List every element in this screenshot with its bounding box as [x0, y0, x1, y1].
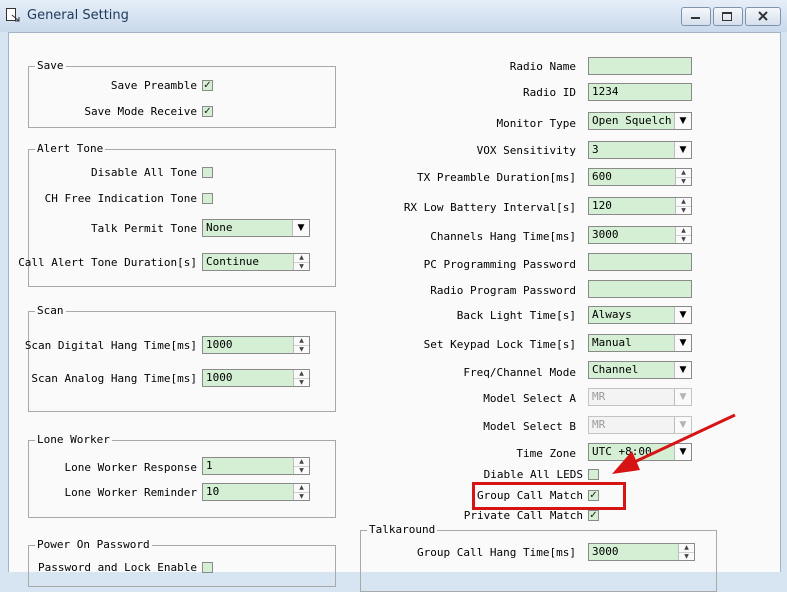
- password-lock-enable-checkbox[interactable]: [202, 562, 213, 573]
- power-on-password-group-title: Power On Password: [35, 538, 152, 552]
- spinner-arrows-icon[interactable]: ▲ ▼: [293, 484, 309, 500]
- scan-digital-hang-label: Scan Digital Hang Time[ms]: [24, 339, 197, 352]
- minimize-button[interactable]: [681, 7, 711, 26]
- close-icon: [758, 11, 768, 21]
- spinner-arrows-icon[interactable]: ▲ ▼: [678, 544, 694, 560]
- time-zone-label: Time Zone: [516, 447, 576, 460]
- disable-all-leds-label: Diable All LEDS: [483, 468, 583, 481]
- password-lock-enable-label: Password and Lock Enable: [38, 561, 197, 574]
- chevron-down-icon[interactable]: ▼: [674, 307, 691, 323]
- rx-low-battery-spinbox[interactable]: 120 ▲ ▼: [588, 197, 692, 215]
- tx-preamble-spinbox[interactable]: 600 ▲ ▼: [588, 168, 692, 186]
- scan-digital-hang-spinbox[interactable]: 1000 ▲ ▼: [202, 336, 310, 354]
- lone-worker-response-spinbox[interactable]: 1 ▲ ▼: [202, 457, 310, 475]
- maximize-button[interactable]: [713, 7, 743, 26]
- maximize-icon: [722, 12, 732, 21]
- model-select-a-select: MR ▼: [588, 388, 692, 406]
- spinner-arrows-icon[interactable]: ▲ ▼: [293, 254, 309, 270]
- tx-preamble-label: TX Preamble Duration[ms]: [417, 171, 576, 184]
- pc-programming-password-input[interactable]: [588, 253, 692, 271]
- lone-worker-response-label: Lone Worker Response: [64, 461, 197, 474]
- model-select-b-label: Model Select B: [483, 420, 576, 433]
- lone-worker-group-title: Lone Worker: [35, 433, 112, 447]
- channels-hang-label: Channels Hang Time[ms]: [430, 230, 576, 243]
- ch-free-indication-label: CH Free Indication Tone: [44, 192, 197, 205]
- spinner-arrows-icon[interactable]: ▲ ▼: [293, 370, 309, 386]
- chevron-down-icon[interactable]: ▼: [674, 444, 691, 460]
- radio-program-password-label: Radio Program Password: [430, 284, 576, 297]
- talkaround-group-title: Talkaround: [367, 523, 438, 537]
- lone-worker-reminder-spinbox[interactable]: 10 ▲ ▼: [202, 483, 310, 501]
- disable-all-tone-label: Disable All Tone: [91, 166, 197, 179]
- window-title: General Setting: [27, 8, 129, 23]
- chevron-down-icon: ▼: [674, 389, 691, 405]
- group-call-hang-label: Group Call Hang Time[ms]: [417, 546, 576, 559]
- private-call-match-checkbox[interactable]: ✓: [588, 510, 599, 521]
- vox-sensitivity-select[interactable]: 3 ▼: [588, 141, 692, 159]
- chevron-down-icon[interactable]: ▼: [674, 113, 691, 129]
- freq-channel-mode-label: Freq/Channel Mode: [463, 366, 576, 379]
- highlight-box: [472, 482, 626, 510]
- call-alert-duration-spinbox[interactable]: Continue ▲ ▼: [202, 253, 310, 271]
- time-zone-select[interactable]: UTC +8:00 ▼: [588, 443, 692, 461]
- chevron-down-icon[interactable]: ▼: [674, 362, 691, 378]
- save-preamble-label: Save Preamble: [110, 79, 197, 92]
- model-select-b-select: MR ▼: [588, 416, 692, 434]
- chevron-down-icon[interactable]: ▼: [292, 220, 309, 236]
- lone-worker-reminder-label: Lone Worker Reminder: [64, 486, 197, 499]
- scan-analog-hang-spinbox[interactable]: 1000 ▲ ▼: [202, 369, 310, 387]
- spinner-arrows-icon[interactable]: ▲ ▼: [675, 227, 691, 243]
- model-select-a-label: Model Select A: [483, 392, 576, 405]
- private-call-match-label: Private Call Match: [463, 509, 583, 522]
- back-light-time-label: Back Light Time[s]: [456, 309, 576, 322]
- radio-id-input[interactable]: 1234: [588, 83, 692, 101]
- ch-free-indication-checkbox[interactable]: [202, 193, 213, 204]
- spinner-arrows-icon[interactable]: ▲ ▼: [293, 337, 309, 353]
- talk-permit-tone-label: Talk Permit Tone: [91, 222, 197, 235]
- radio-id-label: Radio ID: [523, 86, 576, 99]
- monitor-type-label: Monitor Type: [496, 117, 576, 130]
- save-mode-receive-label: Save Mode Receive: [84, 105, 197, 118]
- talk-permit-tone-select[interactable]: None ▼: [202, 219, 310, 237]
- disable-all-tone-checkbox[interactable]: [202, 167, 213, 178]
- rx-low-battery-label: RX Low Battery Interval[s]: [403, 201, 576, 214]
- freq-channel-mode-select[interactable]: Channel ▼: [588, 361, 692, 379]
- save-preamble-checkbox[interactable]: ✓: [202, 80, 213, 91]
- scan-group: Scan: [28, 304, 336, 412]
- scan-analog-hang-label: Scan Analog Hang Time[ms]: [31, 372, 197, 385]
- pc-programming-password-label: PC Programming Password: [423, 258, 576, 271]
- monitor-type-select[interactable]: Open Squelch ▼: [588, 112, 692, 130]
- keypad-lock-time-select[interactable]: Manual ▼: [588, 334, 692, 352]
- save-mode-receive-checkbox[interactable]: ✓: [202, 106, 213, 117]
- chevron-down-icon[interactable]: ▼: [674, 142, 691, 158]
- group-call-hang-spinbox[interactable]: 3000 ▲ ▼: [588, 543, 695, 561]
- radio-name-label: Radio Name: [509, 60, 576, 73]
- radio-program-password-input[interactable]: [588, 280, 692, 298]
- minimize-icon: [691, 17, 700, 19]
- disable-all-leds-checkbox[interactable]: [588, 469, 599, 480]
- close-button[interactable]: [745, 7, 781, 26]
- channels-hang-spinbox[interactable]: 3000 ▲ ▼: [588, 226, 692, 244]
- title-bar: General Setting: [0, 0, 787, 32]
- save-group-title: Save: [35, 59, 66, 73]
- app-icon: [6, 8, 20, 22]
- back-light-time-select[interactable]: Always ▼: [588, 306, 692, 324]
- lone-worker-group: Lone Worker: [28, 433, 336, 518]
- chevron-down-icon[interactable]: ▼: [674, 335, 691, 351]
- spinner-arrows-icon[interactable]: ▲ ▼: [675, 198, 691, 214]
- radio-name-input[interactable]: [588, 57, 692, 75]
- talkaround-group: Talkaround: [360, 523, 717, 592]
- scan-group-title: Scan: [35, 304, 66, 318]
- keypad-lock-time-label: Set Keypad Lock Time[s]: [423, 338, 576, 351]
- chevron-down-icon: ▼: [674, 417, 691, 433]
- alert-tone-group-title: Alert Tone: [35, 142, 106, 156]
- vox-sensitivity-label: VOX Sensitivity: [476, 144, 576, 157]
- call-alert-duration-label: Call Alert Tone Duration[s]: [18, 256, 197, 269]
- spinner-arrows-icon[interactable]: ▲ ▼: [293, 458, 309, 474]
- spinner-arrows-icon[interactable]: ▲ ▼: [675, 169, 691, 185]
